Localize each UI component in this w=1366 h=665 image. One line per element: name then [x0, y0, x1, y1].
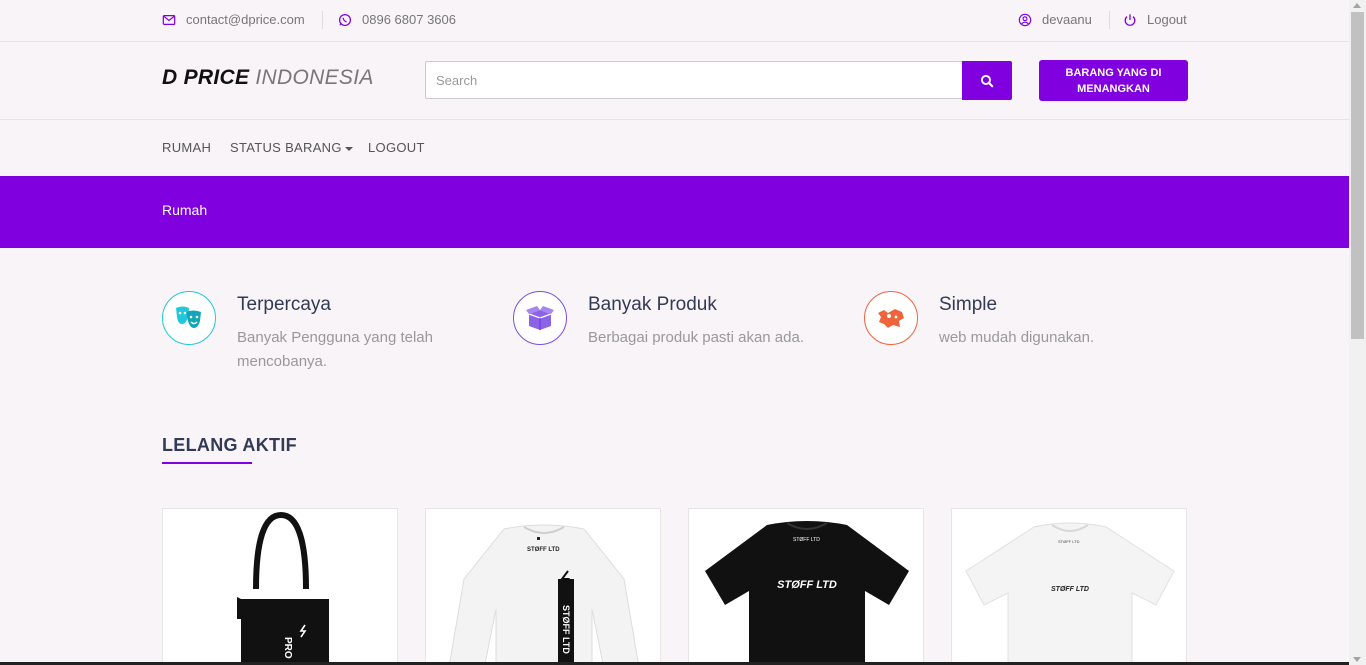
site-logo[interactable]: D PRICE INDONESIA — [162, 66, 374, 90]
nav-item-status-barang[interactable]: STATUS BARANG — [230, 140, 353, 155]
map-icon — [878, 309, 904, 328]
whatsapp-icon — [338, 13, 352, 26]
main-nav: RUMAH STATUS BARANG LOGOUT — [0, 120, 1349, 176]
feature-desc: Banyak Pengguna yang telah mencobanya. — [237, 329, 433, 370]
black-tshirt-print: STØFF LTD — [777, 579, 837, 591]
section-title: LELANG AKTIF — [162, 435, 297, 455]
logo-light-text: INDONESIA — [255, 66, 374, 89]
feature-icon-circle — [162, 291, 216, 345]
contact-email-text: contact@dprice.com — [186, 12, 305, 27]
white-tshirt-label-print: STØFF LTD — [1058, 539, 1080, 544]
mail-icon — [162, 14, 176, 25]
scroll-up-arrow-icon[interactable] — [1353, 3, 1361, 8]
masks-icon — [176, 306, 201, 328]
page-banner: Rumah — [0, 176, 1349, 248]
product-card[interactable]: STØFF LTD STØFF LTD — [425, 508, 661, 665]
white-longsleeve-image: STØFF LTD STØFF LTD — [448, 524, 640, 665]
nav-item-rumah[interactable]: RUMAH — [162, 140, 211, 155]
nav-item-logout[interactable]: LOGOUT — [368, 140, 425, 155]
feature-title: Simple — [939, 294, 998, 315]
white-tshirt-print: STØFF LTD — [1051, 586, 1089, 593]
power-icon — [1124, 13, 1136, 26]
logo-bold-text: D PRICE — [162, 66, 250, 89]
user-account-link[interactable]: devaanu — [1018, 12, 1092, 27]
white-tshirt-image: STØFF LTD STØFF LTD — [965, 522, 1175, 665]
feature-title: Terpercaya — [237, 294, 331, 315]
feature-icon-circle — [864, 291, 918, 345]
page-scrollbar[interactable] — [1349, 0, 1366, 665]
page: contact@dprice.com 0896 6807 3606 devaan… — [0, 0, 1349, 665]
scrollbar-thumb[interactable] — [1351, 12, 1364, 339]
feature-desc: Berbagai produk pasti akan ada. — [588, 329, 804, 346]
top-logout-link[interactable]: Logout — [1123, 12, 1187, 27]
product-card[interactable]: STØFF LTD STØFF LTD — [951, 508, 1187, 665]
tote-bag-print: PRO — [282, 637, 293, 659]
search-input[interactable] — [425, 61, 963, 99]
longsleeve-sleeve-print: STØFF LTD — [561, 605, 571, 654]
feature-desc: web mudah digunakan. — [939, 329, 1095, 346]
divider — [322, 11, 323, 29]
longsleeve-chest-print: STØFF LTD — [527, 547, 560, 553]
feature-icon-circle — [513, 291, 567, 345]
black-tshirt-image: STØFF LTD STØFF LTD — [705, 521, 909, 665]
breadcrumb[interactable]: Rumah — [162, 202, 207, 218]
top-bar: contact@dprice.com 0896 6807 3606 devaan… — [0, 0, 1349, 42]
feature-title: Banyak Produk — [588, 294, 717, 315]
product-card[interactable]: PRO — [162, 508, 398, 665]
username: devaanu — [1042, 12, 1092, 27]
nav-item-status-barang-label: STATUS BARANG — [230, 140, 342, 155]
section-underline — [162, 462, 252, 464]
search-icon — [980, 74, 994, 87]
contact-phone[interactable]: 0896 6807 3606 — [338, 12, 456, 27]
won-items-button[interactable]: BARANG YANG DI MENANGKAN — [1039, 60, 1188, 101]
black-tshirt-label-print: STØFF LTD — [793, 537, 820, 543]
scroll-down-arrow-icon[interactable] — [1353, 657, 1361, 662]
caret-down-icon — [344, 146, 353, 151]
box-icon — [526, 306, 554, 330]
contact-phone-text: 0896 6807 3606 — [362, 12, 456, 27]
product-card[interactable]: STØFF LTD STØFF LTD — [688, 508, 924, 665]
search-button[interactable] — [962, 61, 1012, 100]
header: D PRICE INDONESIA BARANG YANG DI MENANGK… — [0, 42, 1349, 120]
user-circle-icon — [1018, 13, 1032, 26]
contact-email[interactable]: contact@dprice.com — [162, 12, 305, 27]
divider — [1109, 11, 1110, 29]
top-logout-text: Logout — [1147, 12, 1187, 27]
tote-bag-image: PRO — [237, 511, 329, 665]
